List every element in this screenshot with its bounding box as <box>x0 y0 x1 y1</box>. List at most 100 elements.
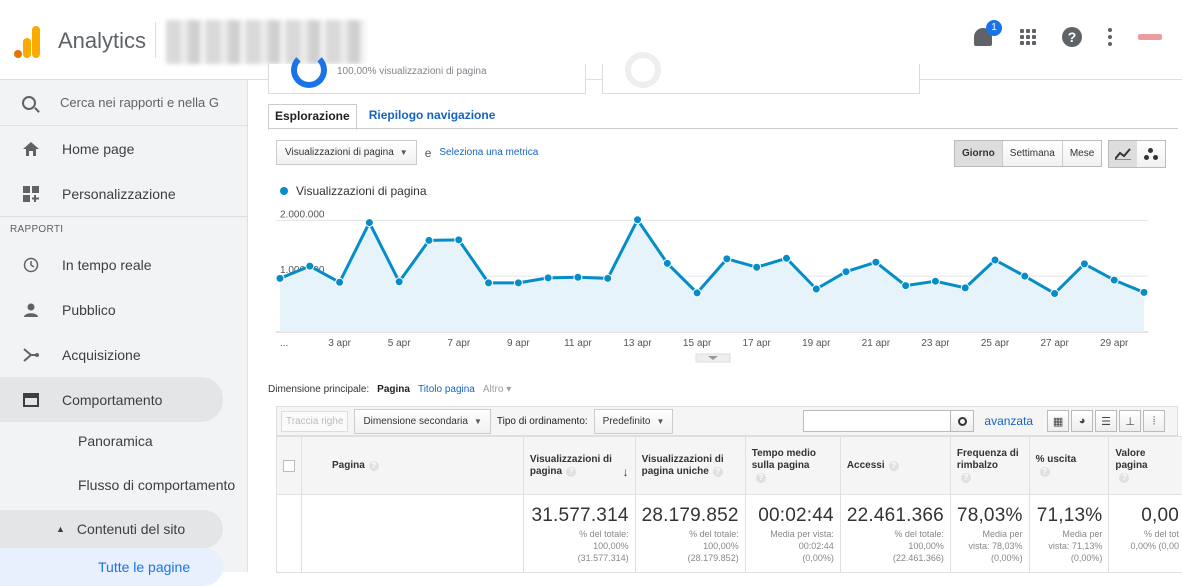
search-icon[interactable] <box>950 410 974 432</box>
help-icon[interactable]: ? <box>566 467 576 477</box>
sidebar-item-realtime[interactable]: In tempo reale <box>0 242 247 287</box>
sidebar-item-behavior[interactable]: Comportamento <box>0 377 223 422</box>
x-tick-label: 5 apr <box>388 338 411 349</box>
col-header-page-value[interactable]: Valore pagina? <box>1109 437 1182 495</box>
pivot-view-icon[interactable]: ⦙ <box>1143 410 1165 432</box>
report-search[interactable]: Cerca nei rapporti e nella G <box>0 80 247 126</box>
chevron-down-icon: ▼ <box>474 417 482 426</box>
total-note: (0,00%) <box>1036 553 1103 563</box>
acquisition-icon <box>22 346 40 364</box>
total-value: 31.577.314 <box>530 505 629 527</box>
x-tick-label: 29 apr <box>1100 338 1129 349</box>
x-tick-label: 3 apr <box>328 338 351 349</box>
x-tick-label: 23 apr <box>921 338 950 349</box>
analytics-logo-icon[interactable] <box>12 24 42 58</box>
x-tick-label: 9 apr <box>507 338 530 349</box>
sidebar-subitem-behavior-flow[interactable]: Flusso di comportamento <box>0 460 247 510</box>
data-point <box>842 268 850 276</box>
col-header-page[interactable]: Pagina? <box>302 437 524 495</box>
total-unique-pageviews: 28.179.852% del totale:100,00%(28.179.85… <box>635 495 745 573</box>
tab-navigation-summary[interactable]: Riepilogo navigazione <box>363 104 502 131</box>
app-title: Analytics <box>58 28 146 54</box>
motion-chart-icon[interactable] <box>1137 141 1165 167</box>
data-point <box>1021 272 1029 280</box>
col-header-exit-rate[interactable]: % uscita? <box>1029 437 1109 495</box>
col-header-entrances[interactable]: Accessi? <box>840 437 950 495</box>
help-icon[interactable]: ? <box>1119 473 1129 483</box>
select-metric-link[interactable]: Seleziona una metrica <box>439 147 538 158</box>
period-toggle: Giorno Settimana Mese <box>954 140 1102 167</box>
pageviews-line-chart[interactable]: 2.000.0001.000.000...3 apr5 apr7 apr9 ap… <box>276 192 1156 364</box>
total-note: 100,00% <box>847 541 944 551</box>
col-header-pageviews[interactable]: Visualizzazioni di pagina? ↓ <box>523 437 635 495</box>
data-point <box>306 262 314 270</box>
account-avatar[interactable] <box>1138 34 1162 40</box>
dimension-page-title[interactable]: Titolo pagina <box>418 384 475 395</box>
comparison-view-icon[interactable]: ⊥ <box>1119 410 1141 432</box>
advanced-filter-link[interactable]: avanzata <box>984 414 1033 428</box>
dimension-page[interactable]: Pagina <box>377 384 410 395</box>
total-note: % del tot <box>1115 529 1179 539</box>
data-point <box>1051 289 1059 297</box>
help-icon[interactable]: ? <box>889 461 899 471</box>
notifications-bell-icon[interactable]: 1 <box>972 24 994 50</box>
apps-grid-icon[interactable] <box>1020 29 1036 45</box>
help-icon[interactable]: ? <box>961 473 971 483</box>
sort-type-select[interactable]: Predefinito▼ <box>594 409 674 434</box>
sidebar-subitem-site-content[interactable]: ▲ Contenuti del sito <box>0 510 223 548</box>
data-point <box>634 216 642 224</box>
sidebar-item-customization[interactable]: Personalizzazione <box>0 171 247 216</box>
help-icon[interactable]: ? <box>1062 27 1082 47</box>
tab-explorer[interactable]: Esplorazione <box>268 104 357 131</box>
help-icon[interactable]: ? <box>756 473 766 483</box>
sidebar-subitem-all-pages[interactable]: Tutte le pagine <box>0 548 223 586</box>
pie-view-icon[interactable]: ◕ <box>1071 410 1093 432</box>
sidebar-item-audience[interactable]: Pubblico <box>0 287 247 332</box>
col-header-unique-pageviews[interactable]: Visualizzazioni di pagina uniche? <box>635 437 745 495</box>
window-icon <box>22 391 40 409</box>
notification-badge: 1 <box>986 20 1002 36</box>
dimension-more[interactable]: Altro ▾ <box>483 384 511 395</box>
primary-dimension-row: Dimensione principale: Pagina Titolo pag… <box>268 384 511 395</box>
table-search-input[interactable] <box>803 410 951 432</box>
data-point <box>455 236 463 244</box>
metric-select[interactable]: Visualizzazioni di pagina▼ <box>276 140 417 165</box>
select-all-checkbox[interactable] <box>277 437 302 495</box>
total-value: 78,03% <box>957 505 1023 527</box>
performance-view-icon[interactable]: ☰ <box>1095 410 1117 432</box>
period-week-button[interactable]: Settimana <box>1003 141 1063 166</box>
x-tick-label: 11 apr <box>564 338 592 349</box>
metric-select-value: Visualizzazioni di pagina <box>285 147 394 158</box>
data-point <box>723 255 731 263</box>
pie-ring-icon <box>625 52 661 88</box>
data-point <box>902 282 910 290</box>
data-point <box>514 279 522 287</box>
plot-rows-button[interactable]: Traccia righe <box>281 411 348 432</box>
data-point <box>931 277 939 285</box>
total-note: 0,00% (0,00 <box>1115 541 1179 551</box>
help-icon[interactable]: ? <box>1040 467 1050 477</box>
sidebar-item-acquisition[interactable]: Acquisizione <box>0 332 247 377</box>
col-header-avg-time[interactable]: Tempo medio sulla pagina? <box>745 437 840 495</box>
table-view-icon[interactable]: ▦ <box>1047 410 1069 432</box>
help-icon[interactable]: ? <box>369 461 379 471</box>
clock-icon <box>22 256 40 274</box>
sidebar-item-home[interactable]: Home page <box>0 126 247 171</box>
secondary-dimension-label: Dimensione secondaria <box>363 416 468 427</box>
totals-checkbox-cell <box>277 495 302 573</box>
secondary-dimension-select[interactable]: Dimensione secondaria ▼ <box>354 409 490 434</box>
person-icon <box>22 301 40 319</box>
sidebar-item-label: Personalizzazione <box>62 186 176 202</box>
col-header-label: Valore pagina <box>1115 448 1147 471</box>
sidebar-subitem-overview[interactable]: Panoramica <box>0 422 247 460</box>
account-selector[interactable] <box>166 20 366 64</box>
period-day-button[interactable]: Giorno <box>955 141 1003 166</box>
period-month-button[interactable]: Mese <box>1063 141 1101 166</box>
total-exit-rate: 71,13%Media pervista: 71,13%(0,00%) <box>1029 495 1109 573</box>
more-options-icon[interactable] <box>1108 28 1112 46</box>
help-icon[interactable]: ? <box>713 467 723 477</box>
sidebar-item-label: Pubblico <box>62 302 116 318</box>
col-header-bounce-rate[interactable]: Frequenza di rimbalzo? <box>950 437 1029 495</box>
expand-triangle-icon: ▲ <box>56 524 65 534</box>
line-chart-icon[interactable] <box>1109 141 1137 167</box>
